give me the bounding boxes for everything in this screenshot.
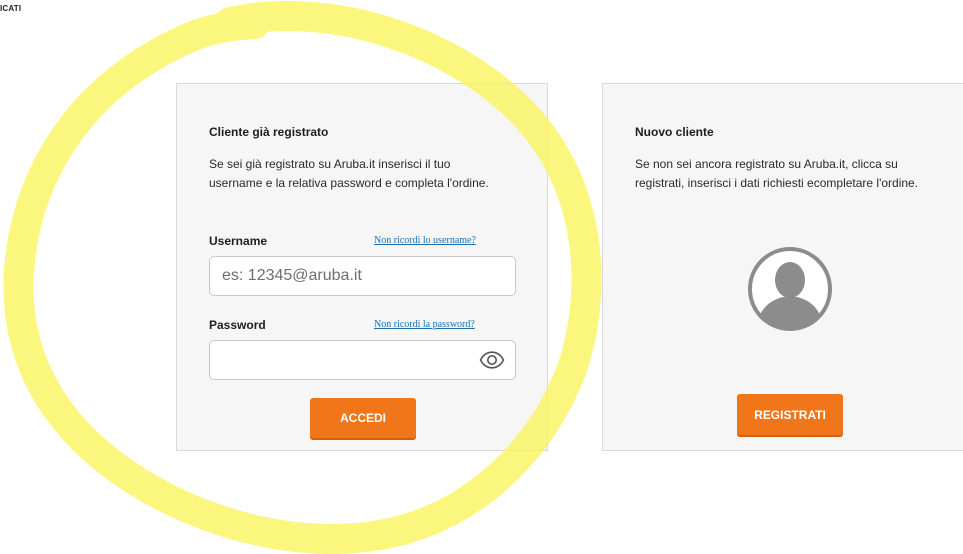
username-input[interactable] — [222, 257, 475, 295]
forgot-username-link[interactable]: Non ricordi lo username? — [374, 235, 476, 246]
password-field-box — [209, 340, 516, 380]
login-panel-title: Cliente già registrato — [209, 125, 329, 139]
accedi-button[interactable]: ACCEDI — [310, 398, 416, 438]
forgot-password-link[interactable]: Non ricordi la password? — [374, 319, 475, 330]
register-panel: Nuovo cliente Se non sei ancora registra… — [602, 83, 963, 451]
user-silhouette-icon — [748, 247, 832, 331]
register-panel-title: Nuovo cliente — [635, 125, 714, 139]
registrati-button[interactable]: REGISTRATI — [737, 394, 843, 435]
password-input[interactable] — [222, 341, 475, 379]
page-corner-label: ICATI — [0, 4, 22, 13]
login-panel: Cliente già registrato Se sei già regist… — [176, 83, 548, 451]
eye-icon[interactable] — [479, 351, 505, 369]
login-panel-description: Se sei già registrato su Aruba.it inseri… — [209, 157, 489, 190]
register-panel-description: Se non sei ancora registrato su Aruba.it… — [635, 157, 919, 190]
username-label: Username — [209, 234, 268, 248]
username-field-box — [209, 256, 516, 296]
password-label: Password — [209, 318, 266, 332]
